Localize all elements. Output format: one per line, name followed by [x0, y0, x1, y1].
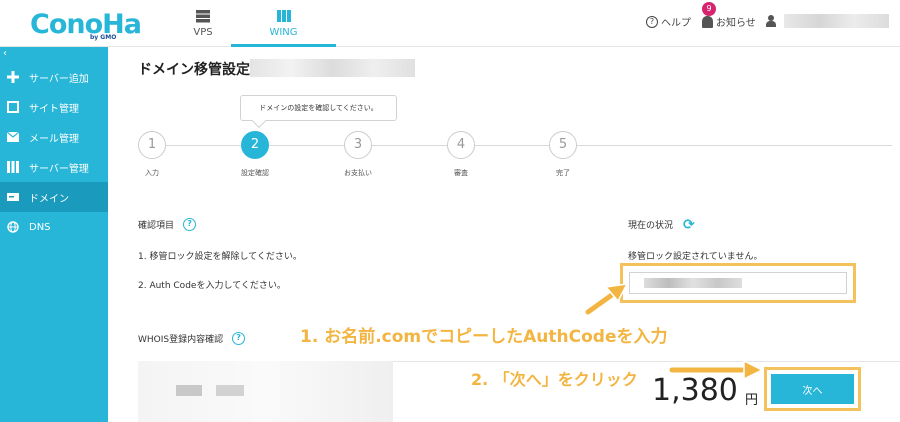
arrow-to-authcode	[583, 283, 629, 317]
arrow-to-next	[667, 359, 764, 381]
annotation-step-1: 1. お名前.comでコピーしたAuthCodeを入力	[300, 327, 668, 347]
annotation-step-2: 2. 「次へ」をクリック	[471, 370, 638, 389]
annotation-arrows	[583, 283, 764, 381]
